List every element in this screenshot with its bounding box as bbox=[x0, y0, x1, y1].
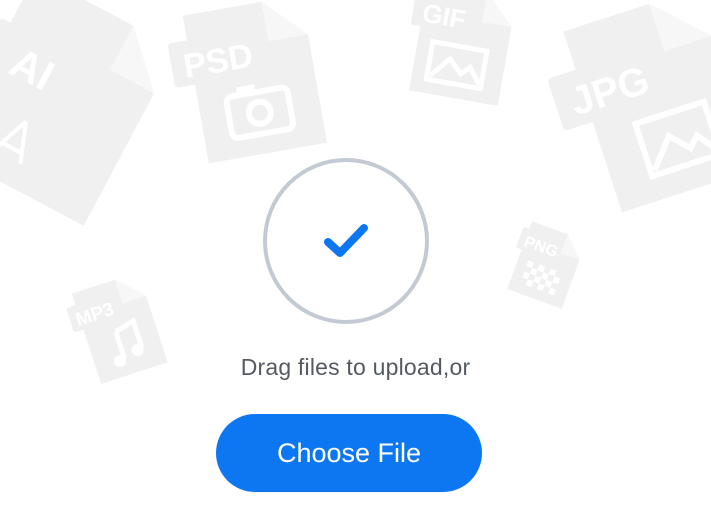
jpg-file-icon: JPG bbox=[535, 0, 711, 222]
ai-file-icon: AI bbox=[0, 0, 178, 226]
gif-file-icon: GIF bbox=[399, 0, 517, 106]
upload-dropzone[interactable]: AI PSD GIF JPG PNG MP3 Drag files to upl… bbox=[0, 0, 711, 510]
psd-file-icon: PSD bbox=[163, 0, 337, 167]
drag-prompt-text: Drag files to upload,or bbox=[240, 354, 471, 380]
choose-file-button[interactable]: Choose File bbox=[216, 414, 482, 492]
checkmark-icon bbox=[324, 224, 368, 257]
upload-status-circle bbox=[263, 158, 429, 324]
png-file-icon: PNG bbox=[502, 219, 587, 309]
